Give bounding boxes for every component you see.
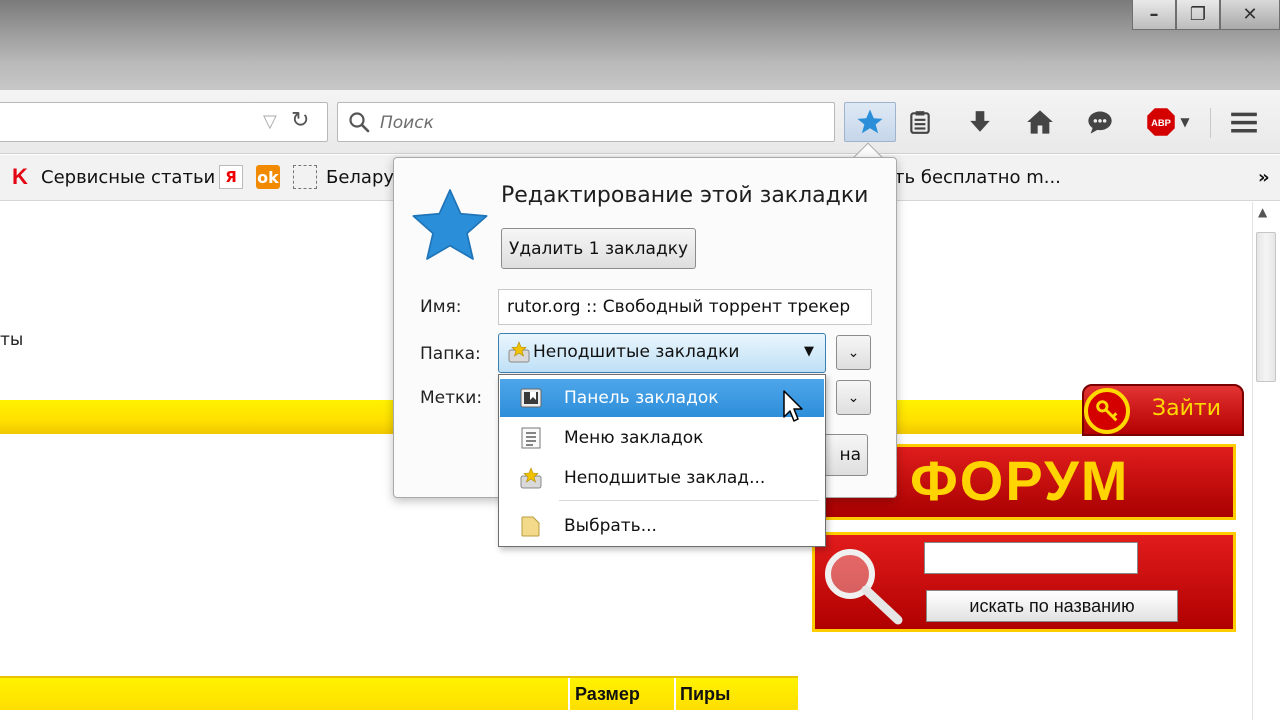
- search-input[interactable]: Поиск: [337, 102, 835, 142]
- table-header-peers[interactable]: Пиры: [680, 684, 730, 705]
- bookmarks-menu-button[interactable]: [898, 102, 942, 142]
- folder-select-caret-icon: ▼: [804, 344, 814, 359]
- table-header-size[interactable]: Размер: [575, 684, 640, 705]
- scroll-up-arrow-icon[interactable]: ▲: [1258, 205, 1267, 219]
- dropdown-item-bookmarks-menu[interactable]: Меню закладок: [500, 419, 824, 457]
- chevron-down-icon: ⌄: [847, 344, 860, 361]
- minimize-icon: –: [1149, 3, 1159, 25]
- unsorted-bookmarks-icon: [508, 341, 530, 363]
- table-header-divider: [674, 678, 676, 712]
- dropdown-item-unsorted-bookmarks[interactable]: Неподшитые заклад...: [500, 459, 824, 497]
- site-forum-label[interactable]: ФОРУМ: [910, 448, 1129, 513]
- download-arrow-icon: [970, 111, 990, 132]
- blank-page-icon: [293, 165, 317, 189]
- folder-icon: [521, 516, 540, 537]
- restore-icon: ❐: [1189, 3, 1207, 25]
- folder-select-value: Неподшитые закладки: [533, 342, 740, 362]
- page-scrollbar-thumb[interactable]: [1256, 232, 1276, 382]
- close-button[interactable]: ✕: [1220, 0, 1280, 30]
- bookmark-item-free-download[interactable]: ать бесплатно m...: [883, 167, 1061, 188]
- svg-text:ABP: ABP: [1151, 118, 1171, 128]
- remove-bookmark-button[interactable]: Удалить 1 закладку: [501, 228, 696, 269]
- kaspersky-icon: K: [12, 164, 28, 189]
- search-placeholder: Поиск: [380, 113, 434, 133]
- bookmark-star-icon: [412, 189, 488, 260]
- url-history-dropdown-icon[interactable]: ▽: [263, 111, 277, 132]
- bookmark-name-field[interactable]: rutor.org :: Свободный торрент трекер: [498, 289, 872, 325]
- key-icon: [1084, 388, 1130, 434]
- dropdown-item-bookmarks-toolbar[interactable]: Панель закладок: [500, 379, 824, 417]
- chat-button[interactable]: [1078, 102, 1122, 142]
- adblock-button[interactable]: ABP ▼: [1140, 102, 1196, 142]
- mouse-cursor-icon: [783, 390, 803, 422]
- minimize-button[interactable]: –: [1132, 0, 1176, 30]
- folder-label: Папка:: [420, 344, 481, 364]
- hamburger-menu-icon: [1231, 112, 1257, 133]
- dropdown-item-label: Выбрать...: [564, 516, 657, 536]
- home-button[interactable]: [1018, 102, 1062, 142]
- site-search-button[interactable]: искать по названию: [926, 590, 1178, 622]
- unsorted-bookmarks-icon: [520, 467, 542, 489]
- torrent-table-header: Размер Пиры: [0, 676, 798, 712]
- restore-button[interactable]: ❐: [1176, 0, 1220, 30]
- adblock-stop-icon: ABP: [1147, 108, 1176, 136]
- yandex-icon[interactable]: Я: [219, 165, 243, 189]
- bookmarks-menu-icon: [521, 427, 541, 449]
- magnifier-icon: [825, 549, 903, 625]
- star-icon: [857, 109, 883, 134]
- clipboard-list-icon: [910, 111, 930, 134]
- dropdown-item-choose[interactable]: Выбрать...: [500, 507, 824, 545]
- search-icon: [349, 112, 370, 133]
- downloads-button[interactable]: [958, 102, 1002, 142]
- open-menu-button[interactable]: [1222, 102, 1266, 142]
- home-icon: [1027, 110, 1053, 134]
- navigation-toolbar: ▽ ↻ Поиск ABP ▼: [0, 90, 1280, 154]
- done-button[interactable]: на: [820, 434, 868, 476]
- dropdown-item-label: Неподшитые заклад...: [564, 468, 766, 488]
- folder-tree-expander[interactable]: ⌄: [836, 335, 871, 370]
- chevron-down-icon: ⌄: [847, 389, 860, 406]
- name-label: Имя:: [420, 297, 462, 317]
- tags-label: Метки:: [420, 388, 483, 408]
- odnoklassniki-icon[interactable]: ok: [256, 165, 280, 189]
- reload-icon[interactable]: ↻: [291, 108, 309, 133]
- dropdown-item-label: Меню закладок: [564, 428, 704, 448]
- bookmarks-overflow-chevron-icon[interactable]: »: [1258, 167, 1270, 188]
- dropdown-item-label: Панель закладок: [564, 388, 719, 408]
- window-controls: – ❐ ✕: [1132, 0, 1280, 30]
- bookmark-item-belarus[interactable]: Белару: [326, 167, 394, 188]
- site-login-label[interactable]: Зайти: [1152, 396, 1221, 421]
- site-search-input[interactable]: [924, 542, 1138, 574]
- panel-title: Редактирование этой закладки: [501, 183, 869, 208]
- page-text-fragment: ты: [0, 330, 24, 350]
- bookmark-star-button[interactable]: [844, 102, 896, 142]
- bookmarks-toolbar-icon: [520, 388, 542, 408]
- tags-expander[interactable]: ⌄: [836, 380, 871, 415]
- window-titlebar: – ❐ ✕: [0, 0, 1280, 90]
- toolbar-separator: [1210, 108, 1211, 138]
- close-icon: ✕: [1242, 3, 1258, 25]
- chat-bubble-icon: [1088, 111, 1112, 134]
- table-header-divider: [568, 678, 570, 712]
- bookmark-item-service-articles[interactable]: Сервисные статьи: [41, 167, 215, 188]
- adblock-dropdown-icon: ▼: [1180, 115, 1190, 129]
- folder-dropdown-menu: Панель закладок Меню закладок Неподшитые…: [498, 374, 826, 547]
- dropdown-separator: [559, 500, 819, 501]
- url-bar[interactable]: ▽ ↻: [0, 102, 328, 142]
